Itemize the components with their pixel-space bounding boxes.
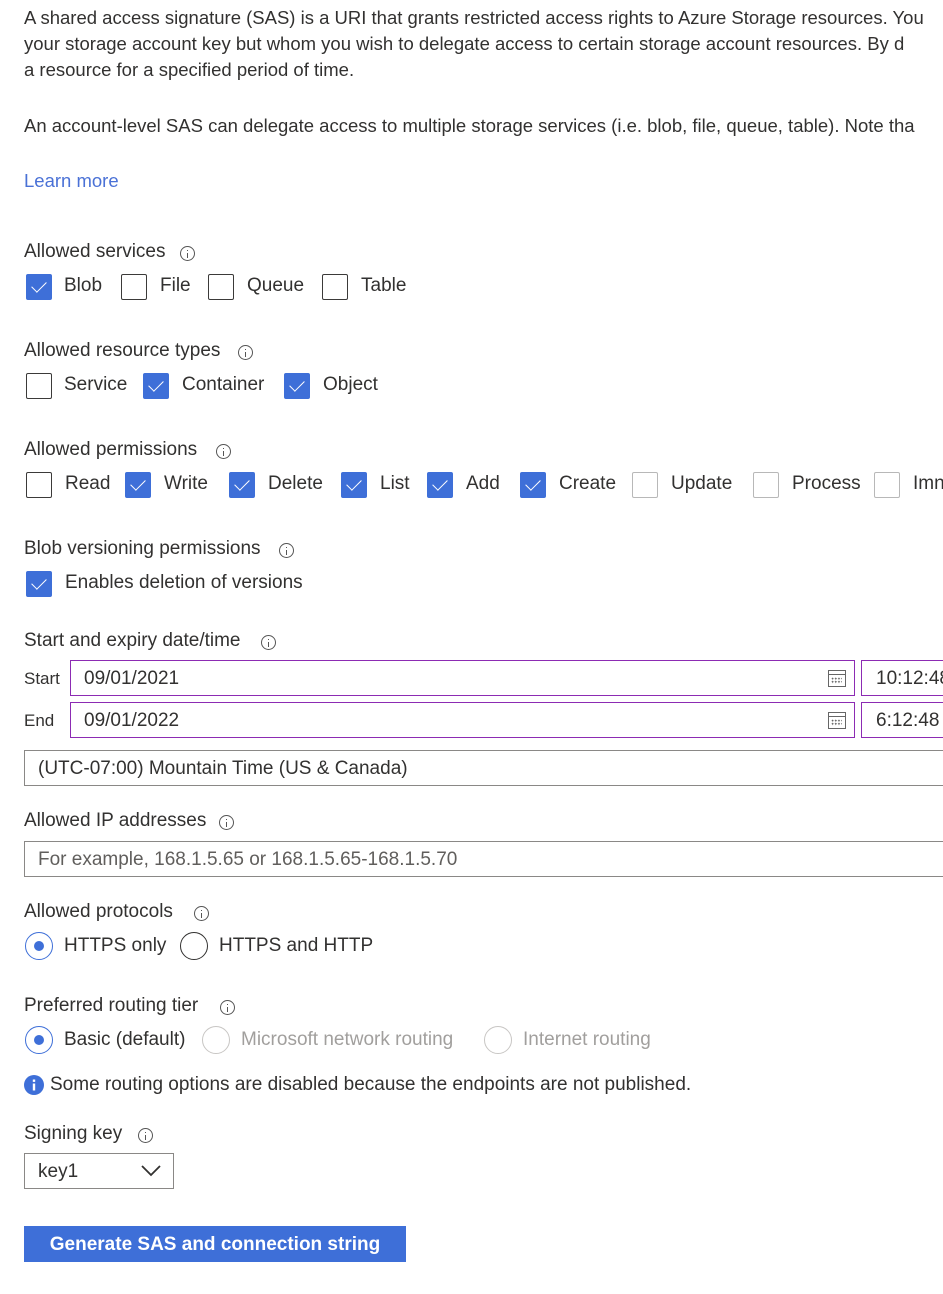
info-icon[interactable] xyxy=(180,246,195,261)
checkbox-label-delete: Delete xyxy=(268,473,323,494)
calendar-icon[interactable] xyxy=(828,712,846,729)
allowed-ip-input[interactable]: For example, 168.1.5.65 or 168.1.5.65-16… xyxy=(24,841,943,877)
signing-key-value: key1 xyxy=(38,1161,79,1182)
allowed-ip-placeholder: For example, 168.1.5.65 or 168.1.5.65-16… xyxy=(38,849,458,870)
allowed-resource-types-label: Allowed resource types xyxy=(24,340,221,361)
generate-sas-button[interactable]: Generate SAS and connection string xyxy=(24,1226,406,1262)
info-icon[interactable] xyxy=(238,345,253,360)
intro-line-2: your storage account key but whom you wi… xyxy=(24,33,905,54)
checkbox-label-container: Container xyxy=(182,374,265,395)
timezone-dropdown[interactable]: (UTC-07:00) Mountain Time (US & Canada) xyxy=(24,750,943,786)
checkbox-service[interactable] xyxy=(26,373,52,399)
chevron-down-icon xyxy=(141,1165,161,1177)
start-date-input[interactable]: 09/01/2021 xyxy=(70,660,855,696)
radio-label-internet-routing: Internet routing xyxy=(523,1029,651,1050)
info-icon[interactable] xyxy=(138,1128,153,1143)
allowed-services-label: Allowed services xyxy=(24,241,166,262)
end-date-input[interactable]: 09/01/2022 xyxy=(70,702,855,738)
signing-key-dropdown[interactable]: key1 xyxy=(24,1153,174,1189)
info-icon[interactable] xyxy=(279,543,294,558)
calendar-icon[interactable] xyxy=(828,670,846,687)
radio-internet-routing xyxy=(484,1026,512,1054)
checkbox-label-service: Service xyxy=(64,374,128,395)
intro-line-3: a resource for a specified period of tim… xyxy=(24,59,355,80)
allowed-ip-label: Allowed IP addresses xyxy=(24,810,207,831)
intro-line-1: A shared access signature (SAS) is a URI… xyxy=(24,7,924,28)
checkbox-label-list: List xyxy=(380,473,410,494)
signing-key-label: Signing key xyxy=(24,1123,123,1144)
radio-https-only[interactable] xyxy=(25,932,53,960)
info-icon[interactable] xyxy=(261,635,276,650)
end-time-value: 6:12:48 xyxy=(876,710,940,731)
checkbox-add[interactable] xyxy=(427,472,453,498)
checkbox-label-blob: Blob xyxy=(64,275,103,296)
checkbox-label-read: Read xyxy=(65,473,111,494)
checkbox-process[interactable] xyxy=(753,472,779,498)
info-icon[interactable] xyxy=(219,815,234,830)
start-time-input[interactable]: 10:12:48 xyxy=(861,660,943,696)
checkbox-label-file: File xyxy=(160,275,191,296)
checkbox-file[interactable] xyxy=(121,274,147,300)
end-label: End xyxy=(24,711,55,730)
checkbox-label-table: Table xyxy=(361,275,407,296)
checkbox-label-update: Update xyxy=(671,473,733,494)
datetime-label: Start and expiry date/time xyxy=(24,630,241,651)
radio-label-basic-default: Basic (default) xyxy=(64,1029,186,1050)
info-icon[interactable] xyxy=(194,906,209,921)
radio-basic-default[interactable] xyxy=(25,1026,53,1054)
checkbox-table[interactable] xyxy=(322,274,348,300)
info-icon[interactable] xyxy=(220,1000,235,1015)
checkbox-create[interactable] xyxy=(520,472,546,498)
checkbox-label-write: Write xyxy=(164,473,208,494)
checkbox-write[interactable] xyxy=(125,472,151,498)
info-filled-icon xyxy=(24,1075,44,1095)
checkbox-immutable[interactable] xyxy=(874,472,900,498)
allowed-protocols-label: Allowed protocols xyxy=(24,901,173,922)
checkbox-label-version-deletion: Enables deletion of versions xyxy=(65,572,303,593)
checkbox-list[interactable] xyxy=(341,472,367,498)
checkbox-label-add: Add xyxy=(466,473,500,494)
start-label: Start xyxy=(24,669,60,688)
checkbox-label-create: Create xyxy=(559,473,617,494)
checkbox-object[interactable] xyxy=(284,373,310,399)
radio-label-microsoft-network-routing: Microsoft network routing xyxy=(241,1029,454,1050)
checkbox-delete[interactable] xyxy=(229,472,255,498)
timezone-value: (UTC-07:00) Mountain Time (US & Canada) xyxy=(38,758,408,779)
checkbox-label-object: Object xyxy=(323,374,378,395)
checkbox-container[interactable] xyxy=(143,373,169,399)
routing-tier-label: Preferred routing tier xyxy=(24,995,199,1016)
checkbox-blob[interactable] xyxy=(26,274,52,300)
checkbox-read[interactable] xyxy=(26,472,52,498)
checkbox-enable-version-deletion[interactable] xyxy=(26,571,52,597)
allowed-permissions-label: Allowed permissions xyxy=(24,439,198,460)
learn-more-link[interactable]: Learn more xyxy=(24,170,119,192)
start-time-value: 10:12:48 xyxy=(876,668,943,689)
radio-label-https-only: HTTPS only xyxy=(64,935,167,956)
radio-label-https-and-http: HTTPS and HTTP xyxy=(219,935,374,956)
info-icon[interactable] xyxy=(216,444,231,459)
checkbox-update[interactable] xyxy=(632,472,658,498)
routing-note: Some routing options are disabled becaus… xyxy=(50,1074,692,1095)
start-date-value: 09/01/2021 xyxy=(84,668,180,689)
checkbox-label-immutable: Imn xyxy=(913,473,943,494)
intro-line-4: An account-level SAS can delegate access… xyxy=(24,115,915,136)
radio-https-and-http[interactable] xyxy=(180,932,208,960)
checkbox-label-process: Process xyxy=(792,473,861,494)
checkbox-label-queue: Queue xyxy=(247,275,305,296)
radio-microsoft-network-routing xyxy=(202,1026,230,1054)
checkbox-queue[interactable] xyxy=(208,274,234,300)
blob-versioning-label: Blob versioning permissions xyxy=(24,538,261,559)
end-date-value: 09/01/2022 xyxy=(84,710,180,731)
end-time-input[interactable]: 6:12:48 xyxy=(861,702,943,738)
